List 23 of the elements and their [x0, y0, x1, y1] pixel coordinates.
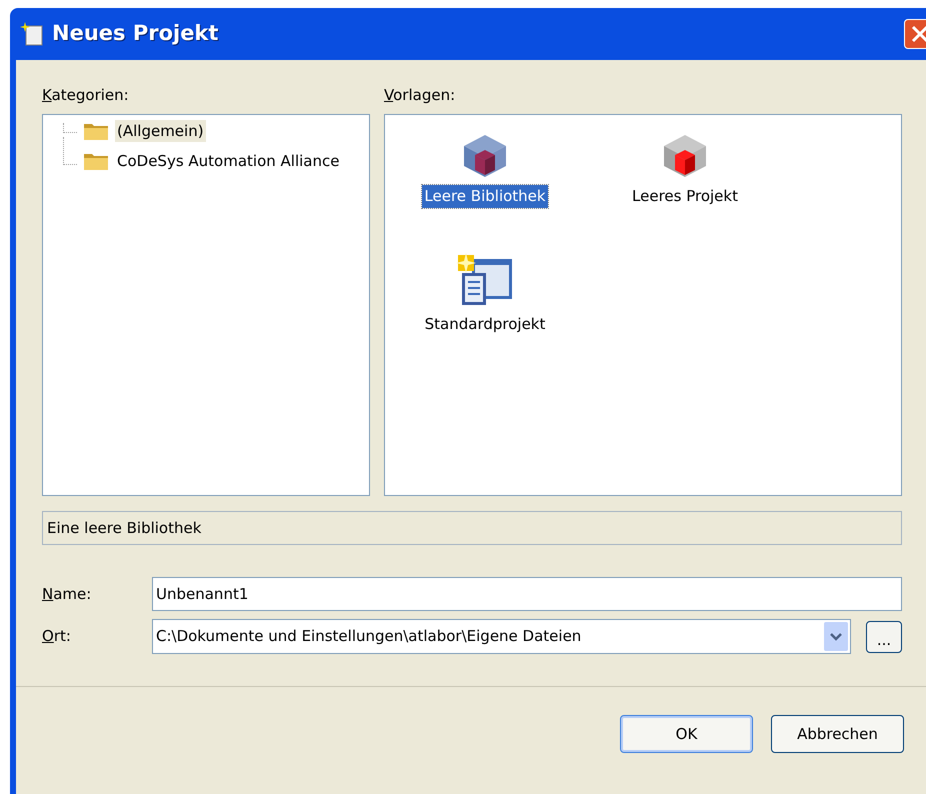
tree-item[interactable]: (Allgemein)	[115, 120, 206, 142]
cube-icon	[662, 133, 708, 179]
folder-icon	[83, 151, 109, 171]
new-document-icon	[20, 22, 44, 46]
window-title: Neues Projekt	[52, 20, 218, 48]
cube-icon	[462, 133, 508, 179]
template-item[interactable]: Leeres Projekt	[630, 185, 740, 208]
project-window-icon	[456, 253, 514, 307]
templates-label: Vorlagen:	[384, 85, 456, 104]
name-label: Name:	[42, 584, 92, 605]
description-box: Eine leere Bibliothek	[42, 511, 902, 545]
template-item[interactable]: Leere Bibliothek	[422, 185, 548, 208]
browse-button[interactable]: ...	[866, 620, 902, 652]
dialog-button[interactable]: Abbrechen	[771, 715, 904, 753]
name-field[interactable]: Unbenannt1	[152, 577, 902, 611]
close-icon	[911, 25, 926, 43]
location-combobox[interactable]: C:\Dokumente und Einstellungen\atlabor\Eigene Dateien	[152, 619, 851, 654]
tree-item[interactable]: CoDeSys Automation Alliance	[115, 150, 342, 172]
dialog-button[interactable]: OK	[620, 715, 753, 753]
location-label: Ort:	[42, 626, 72, 648]
categories-label: Kategorien:	[42, 85, 130, 104]
template-item[interactable]: Standardprojekt	[422, 313, 548, 336]
folder-icon	[83, 121, 109, 141]
